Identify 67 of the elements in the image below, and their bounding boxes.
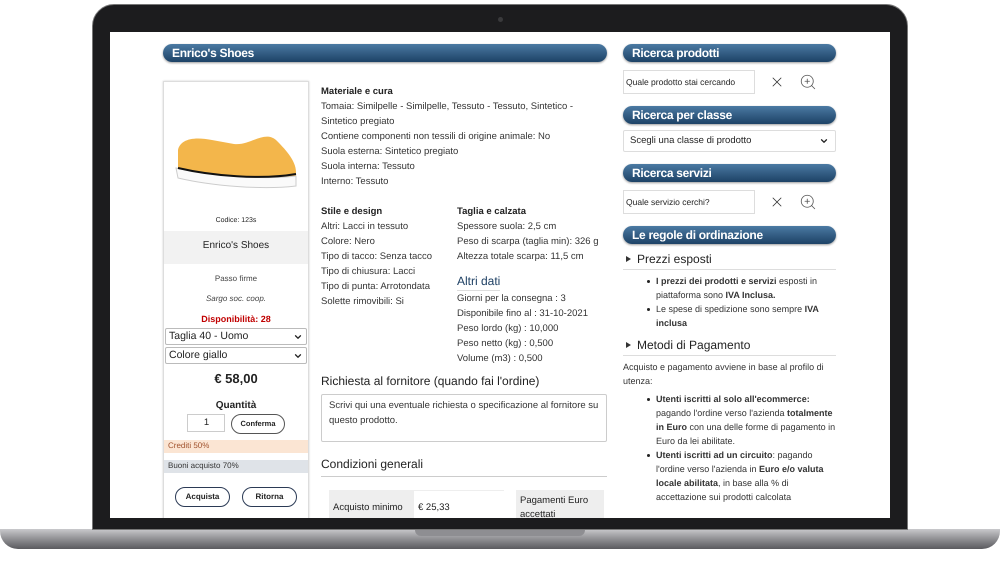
rules-section-title[interactable]: Prezzi esposti <box>637 250 712 268</box>
triangle-right-icon[interactable] <box>626 256 631 262</box>
bullet-icon <box>647 280 650 283</box>
detail-text: Peso lordo (kg) : 10,000 <box>457 322 560 336</box>
detail-text: Interno: Tessuto <box>321 175 390 189</box>
detail-text: Solette rimovibili: Si <box>321 295 405 309</box>
select-dropdown[interactable]: Taglia 40 - Uomo <box>165 328 307 345</box>
detail-text: Altri: Lacci in tessuto <box>321 220 410 234</box>
table-cell: Pagamenti Euro accettati <box>516 490 604 518</box>
triangle-right-icon[interactable] <box>626 342 631 348</box>
table-cell: Acquisto minimo <box>329 490 414 518</box>
brand-text: Passo firme <box>214 272 258 284</box>
select-dropdown[interactable]: Scegli una classe di prodotto <box>623 130 836 152</box>
rules-item-text: Utenti iscritti ad un circuito: pagando l'ordine verso l'azienda in Euro e/o valuta locale abilitata, in base alla % di accettazione sui prodotti calcolata <box>656 449 825 504</box>
quantity-field[interactable]: 1 <box>187 414 226 432</box>
zoom-in-icon[interactable] <box>799 73 817 91</box>
detail-text: Tipo di punta: Arrotondata <box>321 280 431 294</box>
rules-item-text: Le spese di spedizione sono sempre IVA inclusa <box>656 303 820 330</box>
bullet-icon <box>647 398 650 401</box>
search-field[interactable]: Quale servizio cerchi? <box>623 190 755 214</box>
section-title: Altri dati <box>457 273 500 291</box>
detail-text: Peso di scarpa (taglia min): 326 g <box>457 235 600 249</box>
request-title: Richiesta al fornitore (quando fai l'ordine) <box>321 373 540 390</box>
detail-text: Colore: Nero <box>321 235 376 249</box>
camera-icon <box>498 17 503 22</box>
credits-bar: Crediti 50% <box>164 440 308 452</box>
detail-text: Tipo di chiusura: Lacci <box>321 265 416 279</box>
detail-text: Tomaia: Similpelle - Similpelle, Tessuto - Tessuto, Sintetico - Sintetico pregiato <box>321 100 574 129</box>
detail-text: Volume (m3) : 0,500 <box>457 352 544 366</box>
request-field[interactable]: Scrivi qui una eventuale richiesta o specificazione al fornitore su questo prodotto. <box>321 394 607 442</box>
search-field[interactable]: Quale prodotto stai cercando <box>623 70 755 94</box>
bullet-icon <box>647 308 650 311</box>
availability-text: Disponibilità: 28 <box>200 312 272 326</box>
detail-text: Suola esterna: Sintetico pregiato <box>321 145 460 159</box>
detail-text: Spessore suola: 2,5 cm <box>457 220 558 234</box>
section-title: Materiale e cura <box>321 85 394 99</box>
action-button[interactable]: Ritorna <box>242 486 297 506</box>
section-header-bar: Enrico's Shoes <box>163 44 607 62</box>
action-button[interactable]: Acquista <box>175 486 230 506</box>
product-name: Enrico's Shoes <box>164 230 308 264</box>
detail-text: Contiene componenti non tessili di origine animale: No <box>321 130 552 144</box>
rules-intro-text: Acquisto e pagamento avviene in base al profilo di utenza: <box>623 361 825 388</box>
chevron-down-icon <box>819 136 829 146</box>
quantity-label: Quantità <box>214 398 258 412</box>
price-text: € 58,00 <box>213 370 259 388</box>
section-title: Taglia e calzata <box>457 205 528 219</box>
bullet-icon <box>647 454 650 457</box>
detail-text: Tipo di tacco: Senza tacco <box>321 250 434 264</box>
zoom-in-icon[interactable] <box>799 193 817 211</box>
detail-text: Disponibile fino al : 31-10-2021 <box>457 307 589 321</box>
section-header-bar: Ricerca per classe <box>623 106 836 124</box>
detail-text: Giorni per la consegna : 3 <box>457 292 567 306</box>
rules-item-text: I prezzi dei prodotti e servizi esposti in piattaforma sono IVA Inclusa. <box>656 275 818 302</box>
section-title: Stile e design <box>321 205 384 219</box>
detail-text: Peso netto (kg) : 0,500 <box>457 337 554 351</box>
section-header-bar: Ricerca servizi <box>623 164 836 182</box>
rules-item-text: Utenti iscritti al solo all'ecommerce: pagando l'ordine verso l'azienda totalmente in Euro con una delle forme di pagamento in Euro da lei abilitate. <box>656 393 836 448</box>
detail-text: Altezza totale scarpa: 11,5 cm <box>457 250 585 264</box>
seller-text: Sargo soc. coop. <box>204 292 268 304</box>
vouchers-bar: Buoni acquisto 70% <box>164 460 308 472</box>
table-cell: € 25,33 <box>414 490 504 518</box>
select-dropdown[interactable]: Colore giallo <box>165 347 307 364</box>
section-header-bar: Le regole di ordinazione <box>623 226 836 244</box>
conditions-title: Condizioni generali <box>321 455 607 478</box>
section-header-bar: Ricerca prodotti <box>623 44 836 62</box>
detail-text: Suola interna: Tessuto <box>321 160 416 174</box>
rules-section-title[interactable]: Metodi di Pagamento <box>637 336 750 354</box>
